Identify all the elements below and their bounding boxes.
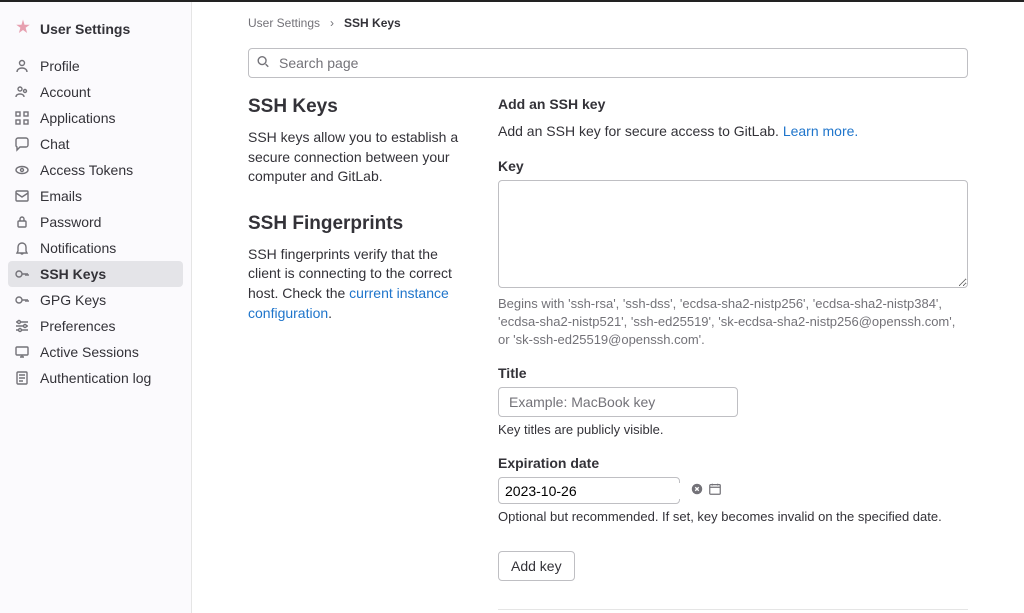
sidebar-item-password[interactable]: Password xyxy=(8,209,183,235)
account-icon xyxy=(14,84,30,100)
section-descriptions: SSH Keys SSH keys allow you to establish… xyxy=(248,96,468,613)
divider xyxy=(498,609,968,610)
log-icon xyxy=(14,370,30,386)
breadcrumb-root[interactable]: User Settings xyxy=(248,16,320,30)
calendar-icon[interactable] xyxy=(708,482,722,499)
sidebar-item-label: GPG Keys xyxy=(40,292,106,308)
sidebar-item-label: Applications xyxy=(40,110,116,126)
breadcrumb-current: SSH Keys xyxy=(344,16,401,30)
sidebar-item-label: Chat xyxy=(40,136,70,152)
add-key-heading: Add an SSH key xyxy=(498,96,968,112)
key-label: Key xyxy=(498,158,968,174)
profile-icon xyxy=(14,58,30,74)
sidebar-item-label: Password xyxy=(40,214,101,230)
sidebar-item-label: Emails xyxy=(40,188,82,204)
monitor-icon xyxy=(14,344,30,360)
sidebar-item-preferences[interactable]: Preferences xyxy=(8,313,183,339)
sidebar-item-account[interactable]: Account xyxy=(8,79,183,105)
token-icon xyxy=(14,162,30,178)
applications-icon xyxy=(14,110,30,126)
title-help: Key titles are publicly visible. xyxy=(498,421,968,439)
key-textarea[interactable] xyxy=(498,180,968,288)
add-key-button[interactable]: Add key xyxy=(498,551,575,581)
learn-more-link[interactable]: Learn more. xyxy=(783,123,858,139)
email-icon xyxy=(14,188,30,204)
sidebar-item-label: Access Tokens xyxy=(40,162,133,178)
sidebar-item-auth-log[interactable]: Authentication log xyxy=(8,365,183,391)
expiration-field[interactable] xyxy=(498,477,680,504)
sidebar-item-active-sessions[interactable]: Active Sessions xyxy=(8,339,183,365)
sidebar-item-ssh-keys[interactable]: SSH Keys xyxy=(8,261,183,287)
title-label: Title xyxy=(498,365,968,381)
breadcrumb: User Settings › SSH Keys xyxy=(248,16,968,30)
search-input[interactable] xyxy=(248,48,968,78)
sidebar-item-label: SSH Keys xyxy=(40,266,106,282)
sidebar-item-gpg-keys[interactable]: GPG Keys xyxy=(8,287,183,313)
fingerprints-desc: SSH fingerprints verify that the client … xyxy=(248,245,468,323)
key-help: Begins with 'ssh-rsa', 'ssh-dss', 'ecdsa… xyxy=(498,295,968,350)
expiration-input[interactable] xyxy=(505,483,686,499)
clear-icon[interactable] xyxy=(690,482,704,499)
sidebar-item-label: Preferences xyxy=(40,318,115,334)
sidebar-header: User Settings xyxy=(8,14,183,53)
search-icon xyxy=(256,55,270,72)
preferences-icon xyxy=(14,318,30,334)
bell-icon xyxy=(14,240,30,256)
sidebar-item-label: Notifications xyxy=(40,240,116,256)
search-wrapper xyxy=(248,48,968,78)
ssh-keys-heading: SSH Keys xyxy=(248,96,468,118)
title-input[interactable] xyxy=(498,387,738,417)
sidebar-item-notifications[interactable]: Notifications xyxy=(8,235,183,261)
expiration-help: Optional but recommended. If set, key be… xyxy=(498,508,968,526)
add-key-intro: Add an SSH key for secure access to GitL… xyxy=(498,122,968,142)
gitlab-logo-icon xyxy=(14,18,32,39)
sidebar-item-applications[interactable]: Applications xyxy=(8,105,183,131)
chat-icon xyxy=(14,136,30,152)
sidebar-item-label: Profile xyxy=(40,58,80,74)
expiration-label: Expiration date xyxy=(498,455,968,471)
add-key-form: Add an SSH key Add an SSH key for secure… xyxy=(498,96,968,613)
sidebar-item-profile[interactable]: Profile xyxy=(8,53,183,79)
sidebar-title: User Settings xyxy=(40,21,130,37)
key-icon xyxy=(14,292,30,308)
main-content: User Settings › SSH Keys SSH Keys SSH ke… xyxy=(192,2,1024,613)
sidebar-item-access-tokens[interactable]: Access Tokens xyxy=(8,157,183,183)
sidebar-item-chat[interactable]: Chat xyxy=(8,131,183,157)
sidebar-item-label: Active Sessions xyxy=(40,344,139,360)
key-icon xyxy=(14,266,30,282)
chevron-right-icon: › xyxy=(330,16,334,30)
sidebar-item-label: Account xyxy=(40,84,91,100)
sidebar-item-label: Authentication log xyxy=(40,370,151,386)
lock-icon xyxy=(14,214,30,230)
ssh-keys-desc: SSH keys allow you to establish a secure… xyxy=(248,128,468,187)
fingerprints-heading: SSH Fingerprints xyxy=(248,213,468,235)
sidebar: User Settings Profile Account Applicatio… xyxy=(0,2,192,613)
sidebar-item-emails[interactable]: Emails xyxy=(8,183,183,209)
